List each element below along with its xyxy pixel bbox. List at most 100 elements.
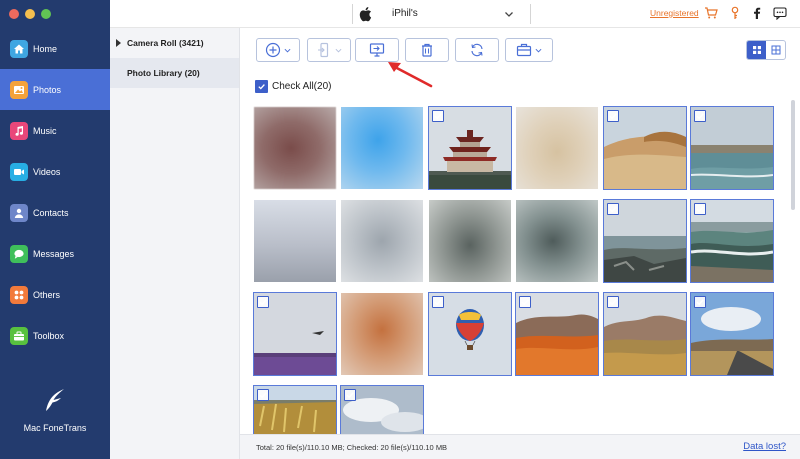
- checkmark-icon: [696, 299, 704, 306]
- photo-checkbox[interactable]: [432, 296, 444, 308]
- photo-thumbnail[interactable]: [690, 292, 774, 376]
- photo-thumbnail[interactable]: [253, 292, 337, 376]
- zoom-window-button[interactable]: [41, 9, 51, 19]
- unregistered-link[interactable]: Unregistered: [650, 8, 699, 18]
- photo-thumbnail[interactable]: [516, 200, 598, 282]
- scrollbar-thumb[interactable]: [791, 100, 795, 210]
- sidebar-item-photos[interactable]: Photos: [0, 69, 110, 110]
- device-selector-chevron-down-icon[interactable]: [504, 9, 514, 19]
- photo-thumbnail[interactable]: [341, 200, 423, 282]
- large-thumbnail-view-icon: [771, 45, 780, 55]
- toolbox-icon: [10, 326, 28, 345]
- messages-icon: [10, 244, 28, 263]
- sidebar-item-label: Contacts: [33, 207, 69, 218]
- check-all-checkbox[interactable]: [255, 80, 268, 93]
- photo-thumbnail[interactable]: [429, 200, 511, 282]
- sidebar-item-messages[interactable]: Messages: [0, 233, 110, 274]
- photo-checkbox[interactable]: [607, 110, 619, 122]
- photo-checkbox[interactable]: [607, 203, 619, 215]
- delete-button[interactable]: [405, 38, 449, 62]
- checkmark-icon: [609, 299, 617, 306]
- export-to-pc-icon: [369, 43, 385, 57]
- sidebar-item-label: Videos: [33, 166, 61, 177]
- data-lost-link[interactable]: Data lost?: [743, 441, 786, 452]
- sidebar-item-contacts[interactable]: Contacts: [0, 192, 110, 233]
- album-camera-roll[interactable]: Camera Roll (3421): [110, 28, 239, 58]
- photo-thumbnail[interactable]: [603, 292, 687, 376]
- photo-checkbox[interactable]: [519, 296, 531, 308]
- checkmark-icon: [696, 113, 704, 120]
- photo-checkbox[interactable]: [257, 296, 269, 308]
- export-to-device-button[interactable]: [307, 38, 351, 62]
- sidebar-item-label: Music: [33, 125, 57, 136]
- check-all[interactable]: Check All(20): [255, 80, 331, 93]
- export-to-pc-button[interactable]: [355, 38, 399, 62]
- status-bar: Total: 20 file(s)/110.10 MB; Checked: 20…: [240, 434, 800, 459]
- photo-checkbox[interactable]: [694, 296, 706, 308]
- sidebar-item-label: Toolbox: [33, 330, 65, 341]
- home-icon: [10, 39, 28, 58]
- photo-thumbnail[interactable]: [254, 200, 336, 282]
- checkmark-icon: [521, 299, 529, 306]
- refresh-icon: [471, 43, 483, 57]
- checkmark-icon: [258, 84, 265, 90]
- sidebar-item-toolbox[interactable]: Toolbox: [0, 315, 110, 356]
- refresh-button[interactable]: [455, 38, 499, 62]
- album-label: Photo Library (20): [127, 68, 200, 78]
- photo-thumbnail[interactable]: [603, 199, 687, 283]
- add-button[interactable]: [256, 38, 300, 62]
- key-icon[interactable]: [728, 6, 742, 20]
- sidebar-item-label: Home: [33, 43, 58, 54]
- photo-checkbox[interactable]: [607, 296, 619, 308]
- photo-thumbnail[interactable]: [253, 385, 337, 434]
- photo-checkbox[interactable]: [344, 389, 356, 401]
- photo-thumbnail[interactable]: [516, 107, 598, 189]
- checkmark-icon: [609, 206, 617, 213]
- photo-image: [516, 200, 598, 282]
- expand-triangle-icon[interactable]: [116, 39, 121, 47]
- minimize-window-button[interactable]: [25, 9, 35, 19]
- photo-thumbnail[interactable]: [690, 199, 774, 283]
- photo-thumbnail[interactable]: [341, 293, 423, 375]
- large-thumbnail-view-button[interactable]: [766, 41, 785, 59]
- photo-thumbnail[interactable]: [340, 385, 424, 434]
- photo-checkbox[interactable]: [257, 389, 269, 401]
- export-to-device-icon: [318, 42, 329, 58]
- photo-checkbox[interactable]: [694, 203, 706, 215]
- checkmark-icon: [346, 392, 354, 399]
- separator: [530, 4, 531, 24]
- album-list: Camera Roll (3421) Photo Library (20): [110, 28, 240, 459]
- fonetrans-logo-icon: [46, 389, 64, 411]
- grid-view-button[interactable]: [747, 41, 766, 59]
- title-bar: iPhil's Unregistered: [110, 0, 800, 28]
- checkmark-icon: [434, 299, 442, 306]
- cart-icon[interactable]: [704, 6, 718, 20]
- photo-thumbnail[interactable]: [428, 106, 512, 190]
- photo-thumbnail[interactable]: [690, 106, 774, 190]
- photo-thumbnail[interactable]: [603, 106, 687, 190]
- photo-thumbnail[interactable]: [341, 107, 423, 189]
- chevron-down-icon: [284, 48, 291, 52]
- sidebar-item-music[interactable]: Music: [0, 110, 110, 151]
- photo-thumbnail[interactable]: [428, 292, 512, 376]
- toolbox-button[interactable]: [505, 38, 553, 62]
- photo-thumbnail[interactable]: [254, 107, 336, 189]
- photo-checkbox[interactable]: [694, 110, 706, 122]
- album-photo-library[interactable]: Photo Library (20): [110, 58, 239, 88]
- photo-grid: [240, 96, 786, 434]
- facebook-icon[interactable]: [750, 6, 764, 20]
- photo-checkbox[interactable]: [432, 110, 444, 122]
- apple-logo-icon: [359, 7, 372, 22]
- music-icon: [10, 121, 28, 140]
- sidebar-item-others[interactable]: Others: [0, 274, 110, 315]
- checkmark-icon: [434, 113, 442, 120]
- toolbox-icon: [516, 43, 532, 57]
- close-window-button[interactable]: [9, 9, 19, 19]
- photo-thumbnail[interactable]: [515, 292, 599, 376]
- sidebar-item-home[interactable]: Home: [0, 28, 110, 69]
- file-summary: Total: 20 file(s)/110.10 MB; Checked: 20…: [256, 443, 448, 452]
- chat-support-icon[interactable]: [773, 6, 787, 20]
- photo-image: [254, 200, 336, 282]
- contacts-icon: [10, 203, 28, 222]
- sidebar-item-videos[interactable]: Videos: [0, 151, 110, 192]
